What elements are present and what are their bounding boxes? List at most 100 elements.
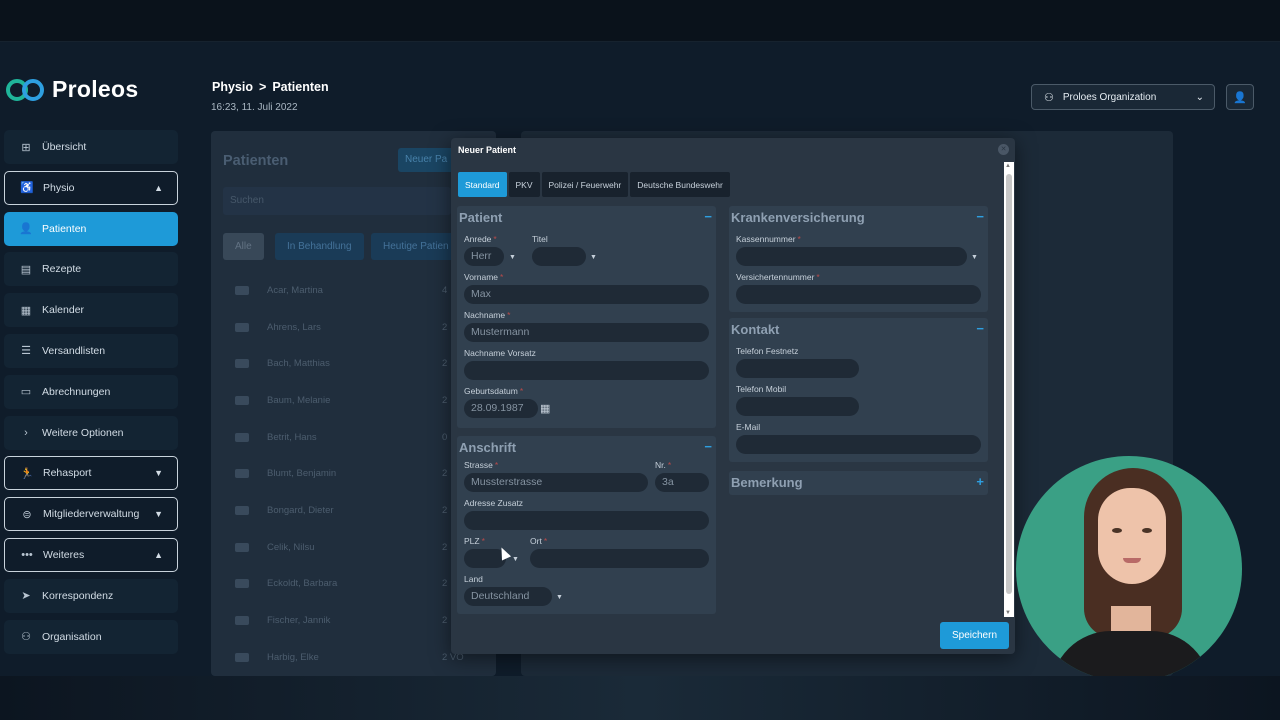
id-card-icon	[235, 579, 249, 589]
list-icon: ☰	[21, 345, 31, 358]
sidebar-item-versandlisten[interactable]: ☰ Versandlisten	[4, 333, 178, 368]
required-marker: *	[667, 460, 672, 470]
presenter-mouth	[1123, 558, 1141, 563]
collapse-icon[interactable]: −	[704, 439, 712, 454]
geburtsdatum-field[interactable]: 28.09.1987	[464, 399, 538, 418]
table-row[interactable]: Betrit, Hans 0	[235, 419, 485, 456]
current-datetime: 16:23, 11. Juli 2022	[211, 102, 298, 113]
sidebar-item-korrespondenz[interactable]: ➤ Korrespondenz	[4, 578, 178, 613]
vorname-field[interactable]: Max	[464, 285, 709, 304]
bemerkung-section[interactable]: Bemerkung +	[729, 471, 988, 495]
sidebar-item-weiteres[interactable]: ••• Weiteres ▲	[4, 537, 178, 572]
sidebar-item-kalender[interactable]: ▦ Kalender	[4, 293, 178, 328]
nr-field[interactable]: 3a	[655, 473, 709, 492]
collapse-icon[interactable]: −	[976, 209, 984, 224]
telefon-mobil-label: Telefon Mobil	[736, 384, 787, 394]
caret-down-icon: ▼	[971, 254, 978, 261]
versichertennummer-field[interactable]	[736, 285, 981, 304]
expand-icon[interactable]: +	[976, 474, 984, 489]
telefon-mobil-field[interactable]	[736, 397, 859, 416]
email-field[interactable]	[736, 435, 981, 454]
sidebar-item-weitere-optionen[interactable]: › Weitere Optionen	[4, 415, 178, 450]
user-menu-button[interactable]: 👤	[1226, 84, 1254, 110]
presenter-eye	[1142, 528, 1152, 533]
id-card-icon	[235, 469, 249, 479]
filter-all[interactable]: Alle	[223, 233, 264, 260]
collapse-icon[interactable]: −	[976, 321, 984, 336]
tab-bundeswehr[interactable]: Deutsche Bundeswehr	[630, 172, 730, 197]
anrede-select[interactable]: Herr	[464, 247, 504, 266]
geburtsdatum-label: Geburtsdatum *	[464, 386, 524, 396]
id-card-icon	[235, 359, 249, 369]
sidebar-item-physio[interactable]: ♿ Physio ▲	[4, 170, 178, 205]
organization-select-value: Proloes Organization	[1062, 91, 1157, 103]
filter-today[interactable]: Heutige Patien	[371, 233, 461, 260]
logo-icon	[6, 77, 46, 103]
table-row[interactable]: Bach, Matthias 2	[235, 345, 485, 382]
email-label: E-Mail	[736, 422, 761, 432]
sidebar-item-rehasport[interactable]: 🏃 Rehasport ▼	[4, 456, 178, 491]
chevron-right-icon: ›	[24, 426, 28, 439]
table-row[interactable]: Acar, Martina 4	[235, 272, 485, 309]
collapse-icon[interactable]: −	[704, 209, 712, 224]
filter-in-treatment[interactable]: In Behandlung	[275, 233, 364, 260]
sidebar-item-mitgliederverwaltung[interactable]: ⊜ Mitgliederverwaltung ▼	[4, 497, 178, 532]
nachname-vorsatz-field[interactable]	[464, 361, 709, 380]
tab-standard[interactable]: Standard	[458, 172, 507, 197]
nachname-field[interactable]: Mustermann	[464, 323, 709, 342]
ort-label: Ort *	[530, 536, 548, 546]
table-row[interactable]: Harbig, Elke 2 VO	[235, 639, 485, 676]
user-icon: 👤	[1233, 91, 1247, 104]
id-card-icon	[235, 652, 249, 662]
patient-type-tabs: Standard PKV Polizei / Feuerwehr Deutsch…	[458, 172, 730, 197]
kontakt-section: Kontakt − Telefon Festnetz Telefon Mobil…	[729, 318, 988, 462]
table-row[interactable]: Celik, Nilsu 2	[235, 529, 485, 566]
table-row[interactable]: Eckoldt, Barbara 2	[235, 566, 485, 603]
search-input[interactable]: Suchen	[223, 187, 451, 215]
close-icon[interactable]: ✕	[998, 144, 1009, 155]
sidebar-item-uebersicht[interactable]: ⊞ Übersicht	[4, 130, 178, 164]
sidebar-item-rezepte[interactable]: ▤ Rezepte	[4, 252, 178, 287]
land-select[interactable]: Deutschland	[464, 587, 552, 606]
calendar-icon[interactable]: ▦	[540, 402, 550, 415]
strasse-field[interactable]: Mussterstrasse	[464, 473, 648, 492]
org-icon: ⚇	[21, 631, 31, 644]
save-button[interactable]: Speichern	[940, 622, 1009, 649]
scroll-down-icon[interactable]: ▼	[1005, 610, 1011, 616]
titel-select[interactable]	[532, 247, 586, 266]
id-card-icon	[235, 432, 249, 442]
sidebar-item-organisation[interactable]: ⚇ Organisation	[4, 619, 178, 654]
sidebar-item-abrechnungen[interactable]: ▭ Abrechnungen	[4, 374, 178, 409]
adresse-zusatz-field[interactable]	[464, 511, 709, 530]
tab-pkv[interactable]: PKV	[508, 172, 540, 197]
presenter-eye	[1112, 528, 1122, 533]
nachname-label: Nachname *	[464, 310, 511, 320]
required-marker: *	[797, 234, 801, 244]
table-row[interactable]: Bongard, Dieter 2	[235, 492, 485, 529]
chevron-down-icon: ▼	[154, 509, 163, 520]
scroll-up-icon[interactable]: ▲	[1005, 163, 1011, 169]
required-marker: *	[494, 460, 499, 470]
anrede-label: Anrede *	[464, 234, 497, 244]
table-row[interactable]: Ahrens, Lars 2	[235, 309, 485, 346]
table-row[interactable]: Blumt, Benjamin 2	[235, 455, 485, 492]
required-marker: *	[500, 272, 504, 282]
presenter-face	[1098, 488, 1166, 584]
breadcrumb-physio[interactable]: Physio	[212, 80, 253, 94]
kassennummer-select[interactable]	[736, 247, 967, 266]
table-row[interactable]: Baum, Melanie 2	[235, 382, 485, 419]
member-icon: ⊜	[22, 508, 32, 521]
telefon-festnetz-field[interactable]	[736, 359, 859, 378]
tab-polizei-feuerwehr[interactable]: Polizei / Feuerwehr	[541, 172, 629, 197]
grid-icon: ⊞	[21, 141, 31, 154]
table-row[interactable]: Fischer, Jannik 2	[235, 602, 485, 639]
section-title: Patient	[459, 210, 503, 225]
id-card-icon	[235, 285, 249, 295]
dialog-scrollbar[interactable]: ▲ ▼	[1004, 162, 1014, 617]
caret-down-icon: ▼	[509, 254, 516, 261]
sidebar-item-patienten[interactable]: 👤 Patienten	[4, 211, 178, 246]
nachname-vorsatz-label: Nachname Vorsatz	[464, 348, 536, 358]
organization-select[interactable]: ⚇ Proloes Organization ⌄	[1031, 84, 1215, 110]
scrollbar-thumb[interactable]	[1006, 174, 1012, 594]
ort-field[interactable]	[530, 549, 709, 568]
